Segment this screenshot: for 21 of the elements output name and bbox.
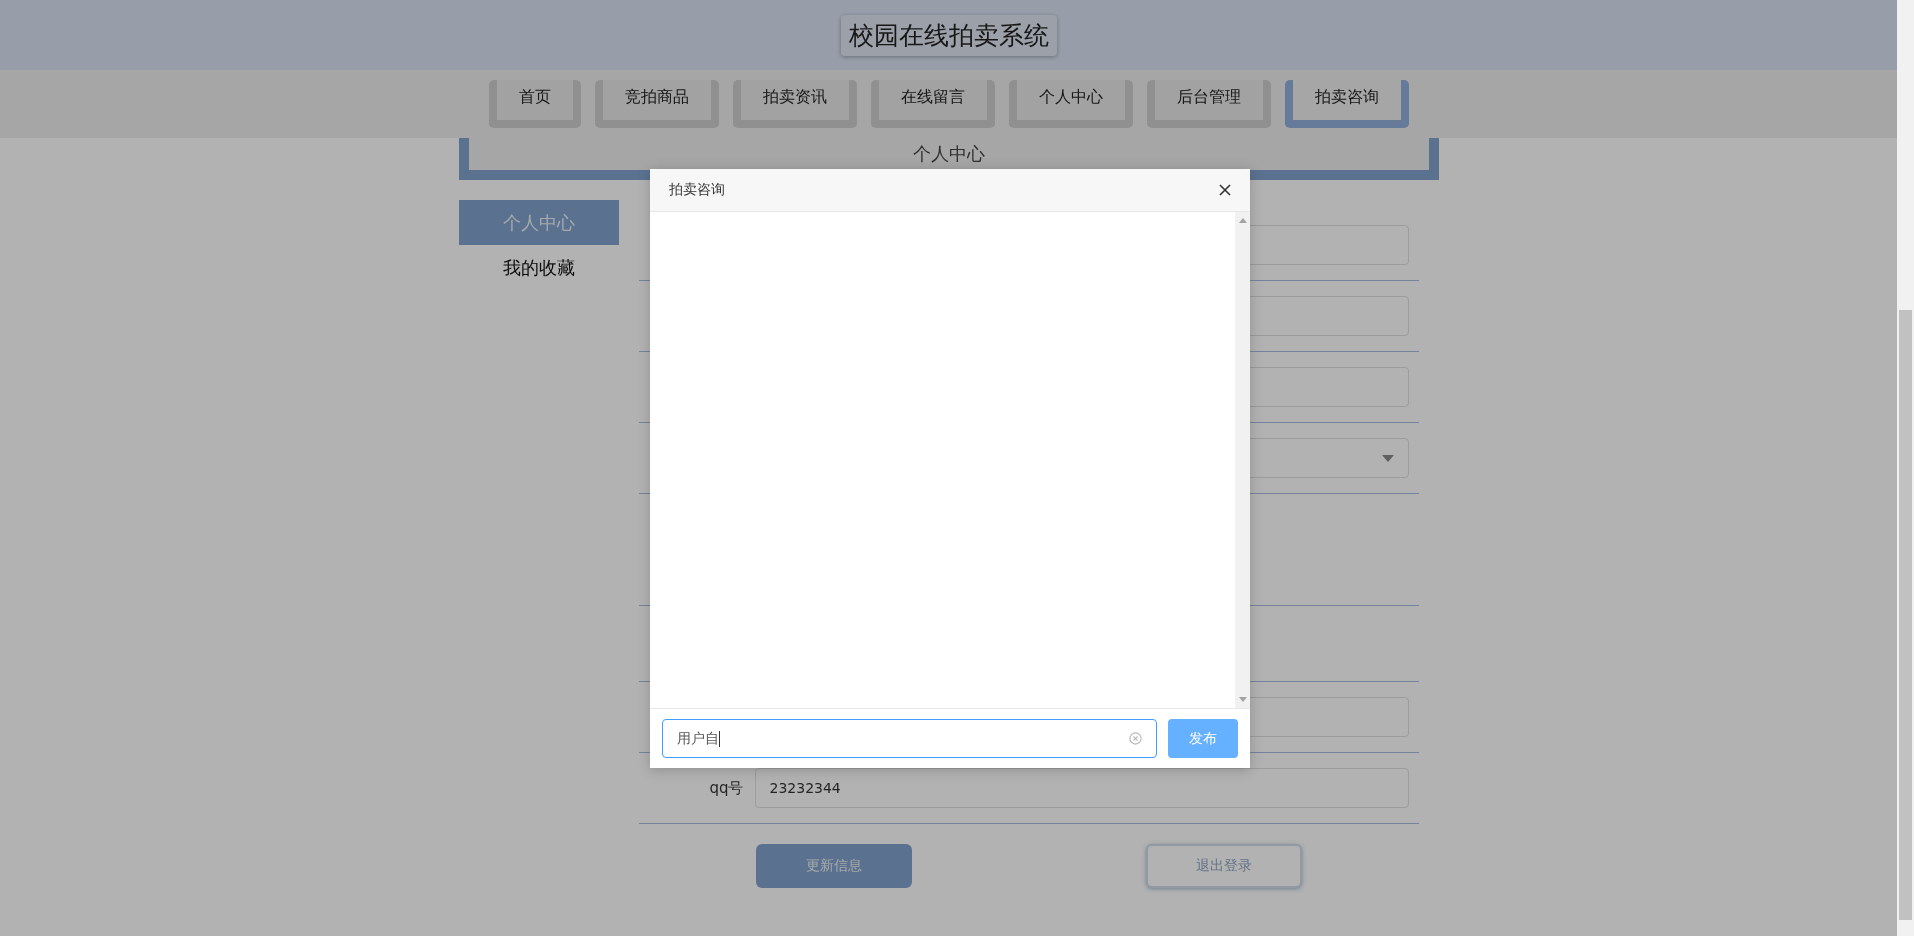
nav-tab[interactable]: 拍卖咨询 bbox=[1284, 80, 1409, 128]
message-input[interactable]: 用户自 bbox=[662, 719, 1157, 758]
dialog-title: 拍卖咨询 bbox=[669, 181, 725, 199]
nav-tab[interactable]: 后台管理 bbox=[1146, 80, 1271, 128]
nav-tab[interactable]: 个人中心 bbox=[1008, 80, 1133, 128]
nav-tab[interactable]: 拍卖资讯 bbox=[732, 80, 857, 128]
nav-tab[interactable]: 竞拍商品 bbox=[594, 80, 719, 128]
sidebar-item[interactable]: 我的收藏 bbox=[458, 245, 619, 290]
nav-tab[interactable]: 首页 bbox=[488, 80, 581, 128]
nav-tab[interactable]: 在线留言 bbox=[870, 80, 995, 128]
card-title: 个人中心 bbox=[912, 142, 985, 166]
close-icon[interactable] bbox=[1219, 184, 1231, 196]
scrollbar[interactable] bbox=[1235, 212, 1250, 708]
input-field[interactable]: 23232344 bbox=[754, 768, 1409, 808]
site-title: 校园在线拍卖系统 bbox=[840, 14, 1057, 56]
page-scrollbar[interactable] bbox=[1897, 0, 1914, 936]
caret-icon bbox=[1381, 454, 1394, 462]
scroll-down-icon[interactable] bbox=[1238, 697, 1247, 702]
clear-icon[interactable] bbox=[1129, 732, 1142, 745]
scroll-up-icon[interactable] bbox=[1238, 218, 1247, 223]
field-label: qq号 bbox=[709, 778, 744, 797]
